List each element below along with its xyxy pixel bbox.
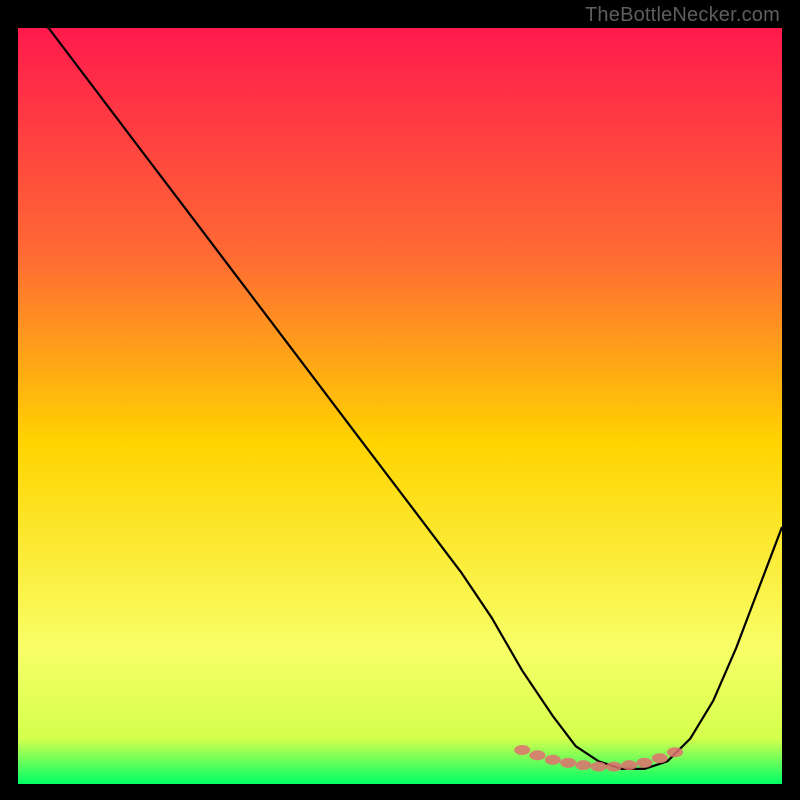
highlight-dot: [545, 755, 561, 765]
highlight-dot: [591, 762, 607, 772]
highlight-dot: [575, 760, 591, 770]
highlight-dot: [652, 753, 668, 763]
bottleneck-chart: [18, 28, 782, 784]
highlight-dot: [667, 747, 683, 757]
highlight-dot: [530, 750, 546, 760]
highlight-dot: [621, 760, 637, 770]
highlight-dot: [637, 758, 653, 768]
highlight-dot: [560, 758, 576, 768]
chart-frame: [18, 28, 782, 784]
highlight-dot: [606, 762, 622, 772]
watermark-text: TheBottleNecker.com: [585, 4, 780, 27]
gradient-background: [18, 28, 782, 784]
highlight-dot: [514, 745, 530, 755]
